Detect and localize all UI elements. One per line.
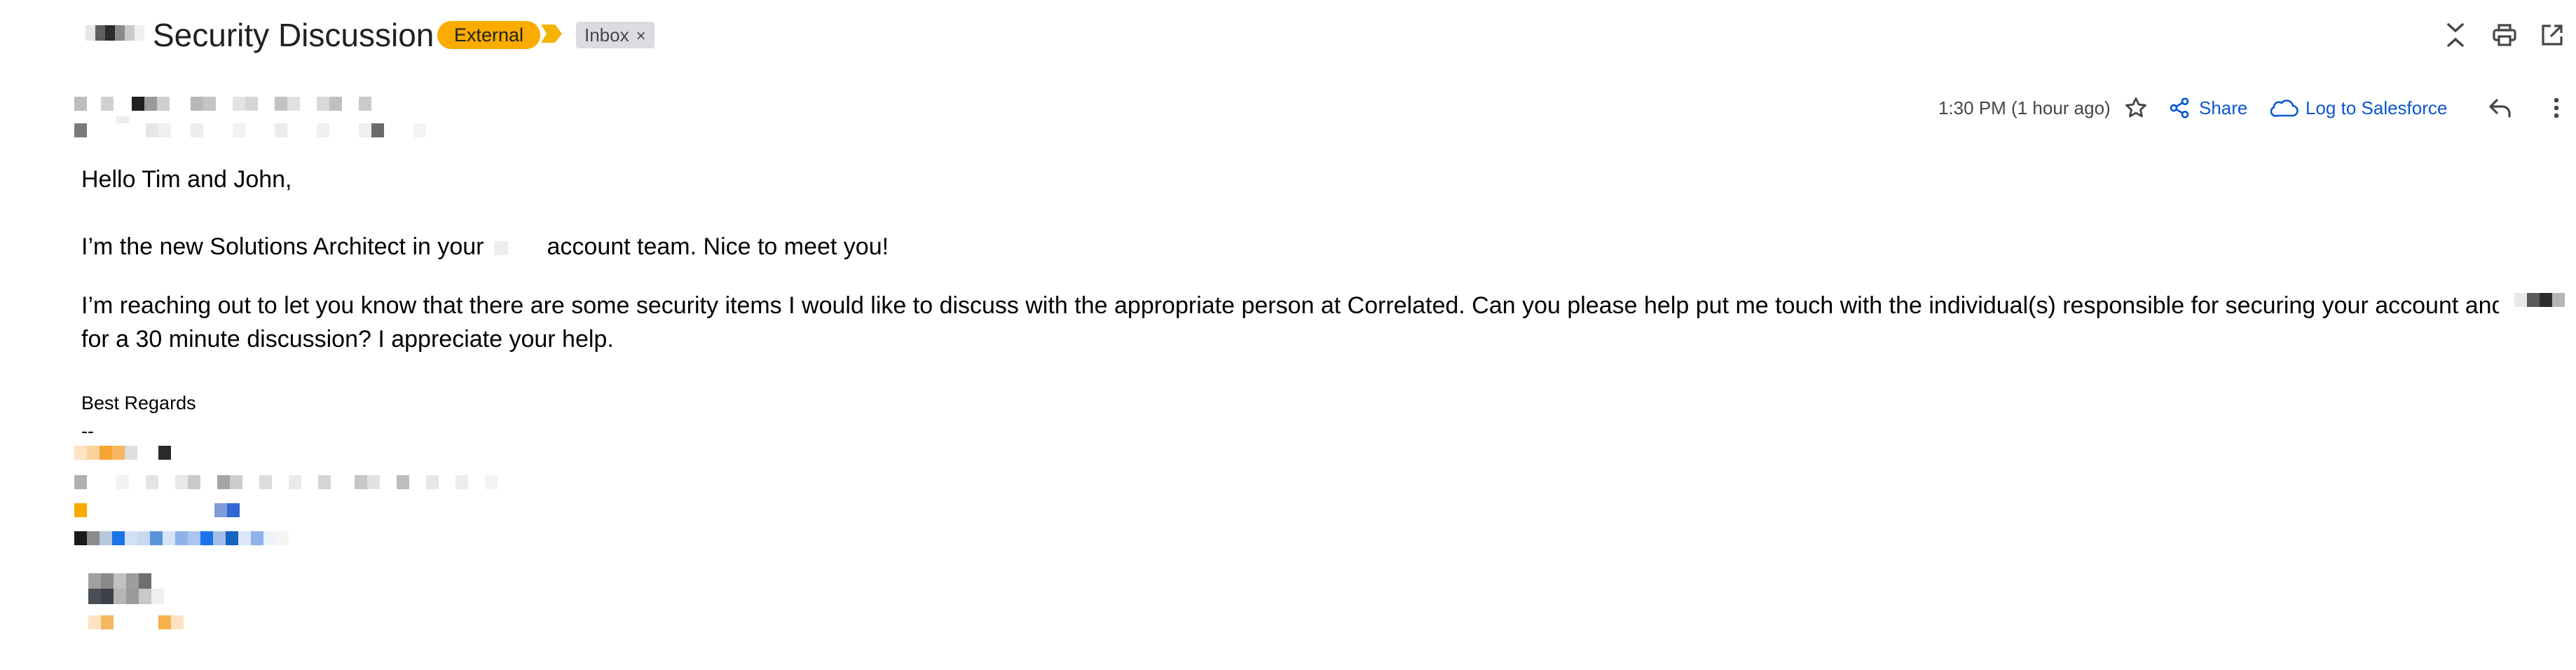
body-line-2: I’m reaching out to let you know that th… — [81, 292, 2499, 319]
body-line-1: I’m the new Solutions Architect in your a… — [81, 230, 889, 264]
signature-title-redacted — [74, 475, 516, 491]
label-inbox-text: Inbox — [584, 25, 629, 46]
signature-logo-redacted — [88, 573, 193, 606]
body-line-3: for a 30 minute discussion? I appreciate… — [81, 326, 614, 353]
collapse-icon[interactable] — [2439, 20, 2472, 50]
share-button[interactable]: Share — [2168, 95, 2247, 121]
importance-marker-icon[interactable] — [540, 23, 563, 48]
signoff: Best Regards — [81, 392, 196, 413]
open-in-new-icon[interactable] — [2535, 20, 2569, 50]
signature-phone-redacted — [74, 503, 256, 519]
more-vert-icon[interactable] — [2544, 94, 2569, 122]
star-icon[interactable] — [2121, 94, 2151, 122]
body-line-1-prefix: I’m the new Solutions Architect in your — [81, 233, 484, 260]
sender-name-redacted — [74, 97, 390, 112]
log-to-salesforce-button[interactable]: Log to Salesforce — [2270, 95, 2447, 121]
print-icon[interactable] — [2488, 20, 2521, 50]
remove-label-icon[interactable]: × — [636, 27, 646, 46]
email-subject: Security Discussion — [153, 17, 434, 53]
subject-redacted-prefix — [85, 24, 147, 43]
share-label: Share — [2199, 97, 2248, 118]
signature-logo-accent-redacted — [88, 615, 193, 631]
redacted-company — [493, 241, 508, 256]
signature-name-redacted — [74, 446, 179, 461]
signature-separator: -- — [81, 421, 94, 442]
body-line-1-suffix: account team. Nice to meet you! — [547, 233, 889, 260]
salesforce-cloud-icon — [2270, 97, 2298, 118]
label-inbox[interactable]: Inbox × — [576, 22, 655, 48]
log-to-salesforce-label: Log to Salesforce — [2306, 97, 2448, 118]
greeting: Hello Tim and John, — [81, 166, 292, 193]
message-time: 1:30 PM (1 hour ago) — [1938, 97, 2111, 118]
body-line-2-redacted-tail — [2514, 293, 2565, 308]
label-external[interactable]: External — [437, 21, 541, 49]
reply-icon[interactable] — [2485, 94, 2516, 122]
sender-email-redacted — [74, 116, 432, 139]
share-icon — [2168, 97, 2191, 119]
signature-link-redacted[interactable] — [74, 531, 299, 547]
